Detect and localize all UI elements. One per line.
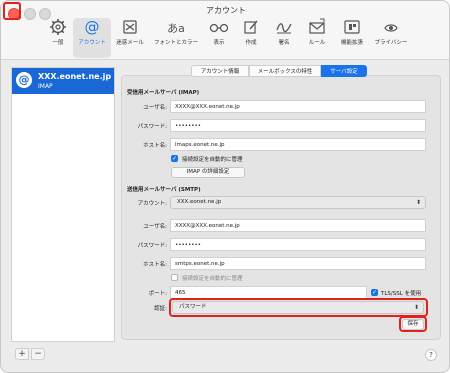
tls-ssl-checkbox[interactable]: ✓ bbox=[371, 289, 378, 296]
tab-mailbox-behaviors[interactable]: メールボックスの特性 bbox=[249, 65, 321, 77]
chevron-updown-icon: ⬍ bbox=[415, 199, 421, 206]
toolbar-composing[interactable]: 作成 bbox=[238, 18, 264, 58]
account-name: XXX.eonet.ne.jp bbox=[38, 72, 112, 81]
imap-host-field[interactable] bbox=[170, 138, 426, 151]
svg-text:あa: あa bbox=[167, 22, 185, 35]
imap-username-label: ユーザ名: bbox=[143, 105, 167, 111]
account-type: IMAP bbox=[38, 83, 53, 90]
imap-advanced-button[interactable]: IMAP の詳細設定 bbox=[171, 167, 245, 178]
toolbar-label: アカウント bbox=[78, 40, 106, 46]
toolbar-label: フォントとカラー bbox=[153, 40, 198, 46]
toolbar-label: 機能拡張 bbox=[340, 40, 363, 46]
at-icon: @ bbox=[16, 72, 32, 88]
toolbar-privacy[interactable]: プライバシー bbox=[371, 18, 411, 58]
privacy-icon bbox=[384, 24, 398, 32]
toolbar-label: 一般 bbox=[52, 40, 64, 46]
toolbar-label: プライバシー bbox=[374, 40, 408, 46]
extensions-icon bbox=[344, 20, 360, 34]
smtp-account-select[interactable]: XXX.eonet.ne.jp ⬍ bbox=[170, 196, 426, 209]
toolbar-label: ルール bbox=[308, 40, 326, 46]
smtp-username-field[interactable] bbox=[170, 219, 426, 232]
save-button-highlight bbox=[399, 316, 427, 332]
imap-password-field[interactable] bbox=[170, 119, 426, 132]
preferences-window: アカウント 一般 @ アカウント 迷惑メール あa フォントとカラー 表示 作成 bbox=[0, 0, 450, 373]
imap-host-label: ホスト名: bbox=[143, 143, 167, 149]
imap-heading: 受信用メールサーバ (IMAP) bbox=[127, 90, 200, 96]
compose-icon bbox=[244, 20, 258, 34]
at-icon: @ bbox=[85, 18, 100, 36]
smtp-username-label: ユーザ名: bbox=[143, 224, 167, 230]
toolbar-label: 迷惑メール bbox=[116, 40, 144, 46]
fonts-icon: あa bbox=[167, 22, 185, 35]
glasses-icon bbox=[209, 23, 229, 33]
signature-icon bbox=[276, 23, 292, 34]
toolbar-label: 署名 bbox=[278, 40, 290, 46]
add-account-button[interactable]: + bbox=[15, 348, 29, 360]
smtp-heading: 送信用メールサーバ (SMTP) bbox=[127, 187, 201, 193]
toolbar-signatures[interactable]: 署名 bbox=[271, 18, 297, 58]
auth-select-highlight bbox=[169, 298, 428, 317]
imap-password-label: パスワード: bbox=[137, 124, 167, 130]
smtp-port-label: ポート: bbox=[148, 291, 167, 297]
gear-icon bbox=[50, 19, 66, 35]
smtp-account-label: アカウント: bbox=[137, 201, 167, 207]
toolbar-rules[interactable]: ルール bbox=[304, 18, 330, 58]
smtp-auto-manage-checkbox[interactable] bbox=[171, 274, 178, 281]
smtp-auth-label: 認証: bbox=[154, 306, 167, 312]
tab-server-settings[interactable]: サーバ設定 bbox=[321, 65, 367, 77]
toolbar-extensions[interactable]: 機能拡張 bbox=[335, 18, 369, 58]
toolbar-label: 表示 bbox=[213, 40, 225, 46]
window-title: アカウント bbox=[206, 6, 246, 15]
smtp-account-value: XXX.eonet.ne.jp bbox=[177, 199, 222, 205]
svg-text:@: @ bbox=[85, 18, 100, 36]
toolbar-general[interactable]: 一般 bbox=[45, 18, 71, 58]
toolbar-junk[interactable]: 迷惑メール bbox=[112, 18, 148, 58]
imap-username-field[interactable] bbox=[170, 100, 426, 113]
toolbar-accounts[interactable]: @ アカウント bbox=[73, 18, 111, 58]
smtp-host-label: ホスト名: bbox=[143, 262, 167, 268]
tab-account-info[interactable]: アカウント情報 bbox=[191, 65, 249, 77]
tls-ssl-label: TLS/SSL を使用 bbox=[381, 291, 422, 297]
smtp-auto-manage-label: 接続設定を自動的に管理 bbox=[182, 276, 243, 282]
toolbar-fonts[interactable]: あa フォントとカラー bbox=[151, 18, 201, 58]
smtp-password-label: パスワード: bbox=[137, 243, 167, 249]
rules-icon bbox=[309, 18, 325, 34]
help-button[interactable]: ? bbox=[425, 349, 437, 361]
toolbar: アカウント 一般 @ アカウント 迷惑メール あa フォントとカラー 表示 作成 bbox=[1, 1, 449, 60]
smtp-host-field[interactable] bbox=[170, 257, 426, 270]
remove-account-button[interactable]: − bbox=[31, 348, 45, 360]
accounts-sidebar: @ XXX.eonet.ne.jp IMAP bbox=[11, 67, 115, 342]
toolbar-viewing[interactable]: 表示 bbox=[206, 18, 232, 58]
imap-auto-manage-label: 接続設定を自動的に管理 bbox=[182, 157, 243, 163]
junk-icon bbox=[123, 20, 137, 34]
smtp-password-field[interactable] bbox=[170, 238, 426, 251]
toolbar-label: 作成 bbox=[245, 40, 257, 46]
imap-auto-manage-checkbox[interactable]: ✓ bbox=[171, 155, 178, 162]
account-item[interactable]: @ XXX.eonet.ne.jp IMAP bbox=[12, 68, 114, 94]
